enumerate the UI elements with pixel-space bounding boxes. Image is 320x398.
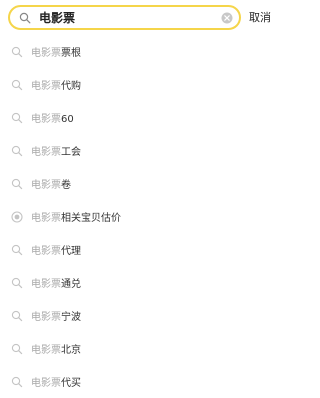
suggestion-match-text: 电影票 (31, 312, 61, 323)
search-icon (11, 79, 23, 91)
suggestion-match-text: 电影票 (31, 114, 61, 125)
suggestion-rest-text: 工会 (61, 147, 81, 158)
suggestion-item[interactable]: 电影票北京 (0, 332, 286, 365)
search-page: 取消 电影票票根电影票代购电影票60电影票工会电影票卷电影票相关宝贝估价电影票代… (0, 0, 286, 398)
suggestion-text: 电影票票根 (31, 44, 81, 59)
suggestion-item[interactable]: 电影票卷 (0, 167, 286, 200)
price-estimate-icon (11, 210, 23, 223)
search-header: 取消 (0, 0, 286, 35)
suggestion-text: 电影票代买 (31, 374, 81, 389)
suggestion-match-text: 电影票 (31, 246, 61, 257)
suggestion-rest-text: 卷 (61, 180, 71, 191)
search-icon (11, 145, 23, 157)
suggestion-match-text: 电影票 (31, 48, 61, 59)
search-icon (11, 376, 23, 388)
suggestion-text: 电影票北京 (31, 341, 81, 356)
clear-icon[interactable] (221, 12, 233, 24)
suggestion-text: 电影票工会 (31, 143, 81, 158)
search-icon (11, 178, 23, 190)
suggestion-rest-text: 北京 (61, 345, 81, 356)
suggestion-item[interactable]: 电影票60 (0, 101, 286, 134)
suggestion-match-text: 电影票 (31, 180, 61, 191)
cancel-button[interactable]: 取消 (249, 5, 271, 30)
suggestion-match-text: 电影票 (31, 147, 61, 158)
suggestion-rest-text: 60 (61, 114, 74, 125)
suggestion-match-text: 电影票 (31, 213, 61, 224)
suggestion-item[interactable]: 电影票通兑 (0, 266, 286, 299)
suggestion-match-text: 电影票 (31, 378, 61, 389)
suggestion-item[interactable]: 电影票代理 (0, 233, 286, 266)
suggestion-text: 电影票宁波 (31, 308, 81, 323)
suggestion-item[interactable]: 电影票代买 (0, 365, 286, 398)
suggestion-rest-text: 代理 (61, 246, 81, 257)
search-box[interactable] (8, 5, 241, 30)
suggestion-rest-text: 宁波 (61, 312, 81, 323)
suggestion-rest-text: 代买 (61, 378, 81, 389)
suggestion-text: 电影票相关宝贝估价 (31, 209, 121, 224)
suggestion-rest-text: 代购 (61, 81, 81, 92)
suggestion-list: 电影票票根 电影票代购 电影票60 电影票工会 电影票卷 电影票相关宝贝估价 电影票代理 电影… (0, 35, 286, 398)
search-input[interactable] (31, 7, 221, 28)
suggestion-text: 电影票通兑 (31, 275, 81, 290)
suggestion-rest-text: 通兑 (61, 279, 81, 290)
suggestion-item[interactable]: 电影票宁波 (0, 299, 286, 332)
suggestion-item[interactable]: 电影票相关宝贝估价 (0, 200, 286, 233)
search-icon (11, 46, 23, 58)
suggestion-item[interactable]: 电影票工会 (0, 134, 286, 167)
suggestion-item[interactable]: 电影票票根 (0, 35, 286, 68)
suggestion-match-text: 电影票 (31, 345, 61, 356)
suggestion-rest-text: 票根 (61, 48, 81, 59)
search-icon (11, 244, 23, 256)
suggestion-match-text: 电影票 (31, 279, 61, 290)
search-icon (11, 112, 23, 124)
search-icon (18, 11, 31, 24)
search-icon (11, 310, 23, 322)
suggestion-text: 电影票60 (31, 110, 74, 125)
suggestion-match-text: 电影票 (31, 81, 61, 92)
search-icon (11, 277, 23, 289)
suggestion-item[interactable]: 电影票代购 (0, 68, 286, 101)
suggestion-text: 电影票卷 (31, 176, 71, 191)
suggestion-rest-text: 相关宝贝估价 (61, 213, 121, 224)
suggestion-text: 电影票代理 (31, 242, 81, 257)
suggestion-text: 电影票代购 (31, 77, 81, 92)
search-icon (11, 343, 23, 355)
